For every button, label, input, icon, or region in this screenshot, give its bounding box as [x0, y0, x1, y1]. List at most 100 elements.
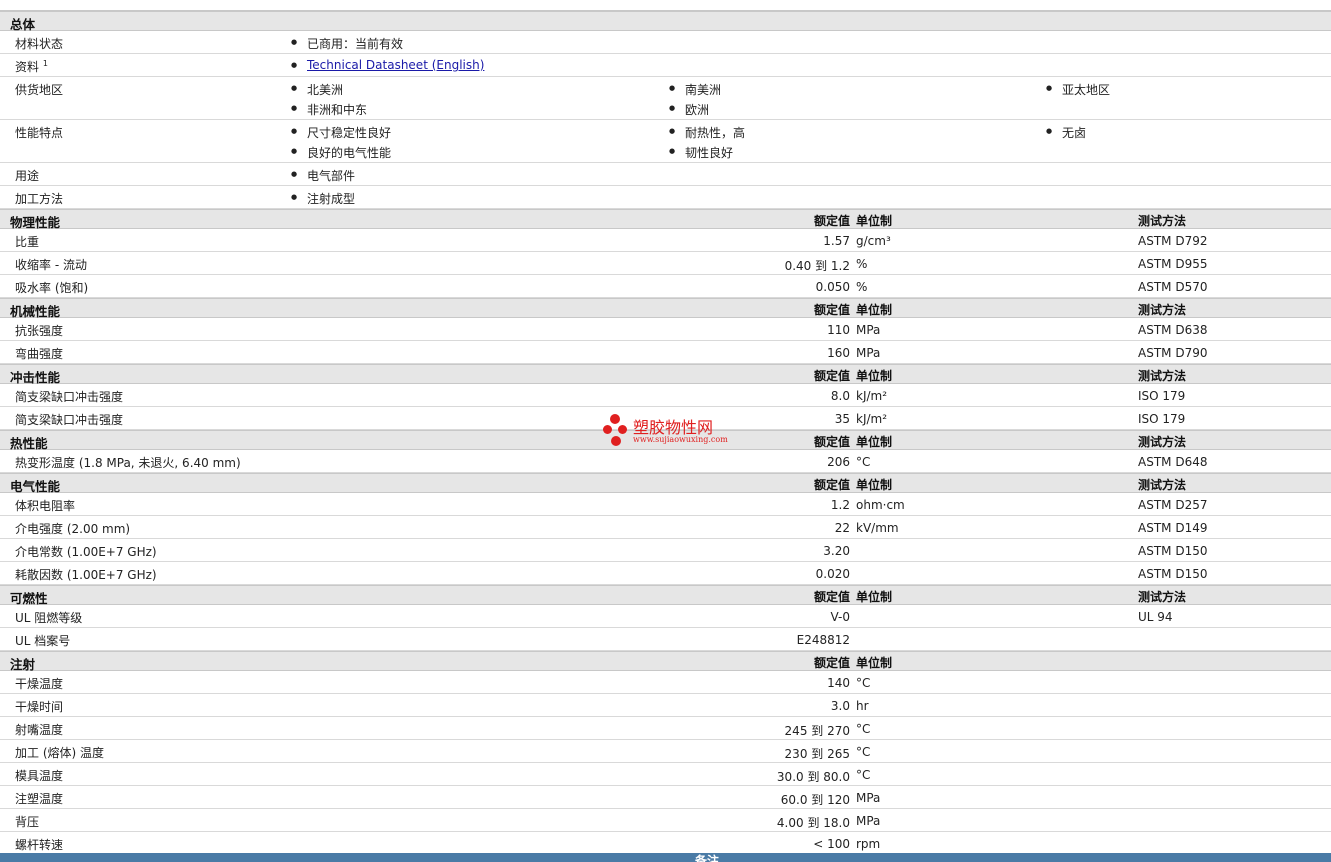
header-unit: 单位制 — [856, 369, 893, 383]
table-row: 热变形温度 (1.8 MPa, 未退火, 6.40 mm) 206 °C AST… — [0, 450, 1331, 473]
logo-dot — [603, 425, 612, 434]
row-label: 性能特点 — [15, 126, 64, 140]
header-value: 额定值 — [813, 303, 850, 317]
table-row: 干燥温度 140 °C — [0, 671, 1331, 694]
row-unit: MPa — [856, 814, 881, 828]
table-row: 弯曲强度 160 MPa ASTM D790 — [0, 341, 1331, 364]
row-label: 射嘴温度 — [15, 723, 64, 737]
table-row: 射嘴温度 245 到 270 °C — [0, 717, 1331, 740]
table-row: 介电常数 (1.00E+7 GHz) 3.20 ASTM D150 — [0, 539, 1331, 562]
row-test: ASTM D150 — [1138, 567, 1208, 581]
list-item: 尺寸稳定性良好 — [291, 124, 391, 141]
header-value: 额定值 — [813, 214, 850, 228]
row-label: 加工 (熔体) 温度 — [15, 746, 104, 760]
row-value: 8.0 — [830, 389, 850, 403]
section-injection: 注射 额定值 单位制 — [0, 651, 1331, 672]
row-label: 热变形温度 (1.8 MPa, 未退火, 6.40 mm) — [15, 456, 241, 470]
row-unit: kJ/m² — [856, 389, 888, 403]
row-label: 吸水率 (饱和) — [15, 281, 89, 295]
row-unit: °C — [856, 676, 871, 690]
header-value: 额定值 — [813, 435, 850, 449]
row-unit: kV/mm — [856, 521, 899, 535]
header-test: 测试方法 — [1138, 478, 1187, 492]
row-value: 4.00 到 18.0 — [776, 816, 850, 830]
header-value: 额定值 — [813, 369, 850, 383]
row-label: 干燥温度 — [15, 677, 64, 691]
row-value: 110 — [827, 323, 850, 337]
row-value: 1.2 — [830, 498, 850, 512]
row-label: 体积电阻率 — [15, 499, 76, 513]
list-item: 良好的电气性能 — [291, 144, 391, 161]
row-uses: 用途 电气部件 — [0, 163, 1331, 186]
list-item: 北美洲 — [291, 81, 343, 98]
row-label: 介电强度 (2.00 mm) — [15, 522, 131, 536]
row-label: UL 阻燃等级 — [15, 611, 83, 625]
row-label: 简支梁缺口冲击强度 — [15, 413, 124, 427]
table-row: 干燥时间 3.0 hr — [0, 694, 1331, 717]
row-value: 0.40 到 1.2 — [784, 259, 850, 273]
row-processing: 加工方法 注射成型 — [0, 186, 1331, 209]
row-label: 材料状态 — [15, 37, 64, 51]
row-test: ASTM D150 — [1138, 544, 1208, 558]
table-row: 介电强度 (2.00 mm) 22 kV/mm ASTM D149 — [0, 516, 1331, 539]
header-value: 额定值 — [813, 478, 850, 492]
row-unit: rpm — [856, 837, 881, 851]
table-row: 耗散因数 (1.00E+7 GHz) 0.020 ASTM D150 — [0, 562, 1331, 585]
row-label: 比重 — [15, 235, 40, 249]
row-unit: % — [856, 280, 868, 294]
header-value: 额定值 — [813, 656, 850, 670]
table-row: 加工 (熔体) 温度 230 到 265 °C — [0, 740, 1331, 763]
row-value: 140 — [827, 676, 850, 690]
row-test: ASTM D570 — [1138, 280, 1208, 294]
logo-dot — [611, 436, 621, 446]
row-unit: hr — [856, 699, 869, 713]
list-item: 亚太地区 — [1046, 81, 1110, 98]
row-unit: °C — [856, 768, 871, 782]
row-label: 简支梁缺口冲击强度 — [15, 390, 124, 404]
table-row: 模具温度 30.0 到 80.0 °C — [0, 763, 1331, 786]
row-value: 206 — [827, 455, 850, 469]
row-test: ASTM D257 — [1138, 498, 1208, 512]
list-item: 耐热性，高 — [669, 124, 745, 141]
row-value: V-0 — [830, 610, 850, 624]
section-physical: 物理性能 额定值 单位制 测试方法 — [0, 209, 1331, 230]
row-value: 35 — [834, 412, 850, 426]
header-test: 测试方法 — [1138, 435, 1187, 449]
list-item: 电气部件 — [291, 167, 355, 184]
table-row: 吸水率 (饱和) 0.050 % ASTM D570 — [0, 275, 1331, 298]
row-unit: ohm·cm — [856, 498, 905, 512]
row-test: UL 94 — [1138, 610, 1173, 624]
row-label: 加工方法 — [15, 192, 64, 206]
row-label: 干燥时间 — [15, 700, 64, 714]
row-unit: °C — [856, 745, 871, 759]
header-test: 测试方法 — [1138, 590, 1187, 604]
row-supply-regions: 供货地区 北美洲 南美洲 亚太地区 非洲和中东 欧洲 — [0, 77, 1331, 120]
technical-datasheet-link[interactable]: Technical Datasheet (English) — [307, 58, 484, 72]
row-label: 收缩率 - 流动 — [15, 258, 87, 272]
row-label: 螺杆转速 — [15, 838, 64, 852]
row-value: 0.020 — [815, 567, 850, 581]
table-row: 比重 1.57 g/cm³ ASTM D792 — [0, 229, 1331, 252]
list-item: 南美洲 — [669, 81, 721, 98]
table-row: 螺杆转速 < 100 rpm — [0, 832, 1331, 855]
row-value: 3.0 — [830, 699, 850, 713]
row-value: 0.050 — [815, 280, 850, 294]
row-value: 230 到 265 — [784, 747, 850, 761]
table-row: 简支梁缺口冲击强度 8.0 kJ/m² ISO 179 — [0, 384, 1331, 407]
row-unit: MPa — [856, 791, 881, 805]
top-divider — [0, 0, 1331, 11]
header-value: 额定值 — [813, 590, 850, 604]
section-mechanical: 机械性能 额定值 单位制 测试方法 — [0, 298, 1331, 319]
section-general: 总体 — [0, 11, 1331, 32]
row-label: 耗散因数 (1.00E+7 GHz) — [15, 568, 157, 582]
section-electrical: 电气性能 额定值 单位制 测试方法 — [0, 473, 1331, 494]
row-unit: kJ/m² — [856, 412, 888, 426]
header-unit: 单位制 — [856, 656, 893, 670]
site-watermark-logo: 塑胶物性网 www.sujiaowuxing.com — [603, 414, 733, 448]
row-features: 性能特点 尺寸稳定性良好 耐热性，高 无卤 良好的电气性能 韧性良好 — [0, 120, 1331, 163]
row-value: 3.20 — [823, 544, 850, 558]
header-test: 测试方法 — [1138, 303, 1187, 317]
table-row: UL 档案号 E248812 — [0, 628, 1331, 651]
row-value: < 100 — [813, 837, 850, 851]
header-unit: 单位制 — [856, 435, 893, 449]
